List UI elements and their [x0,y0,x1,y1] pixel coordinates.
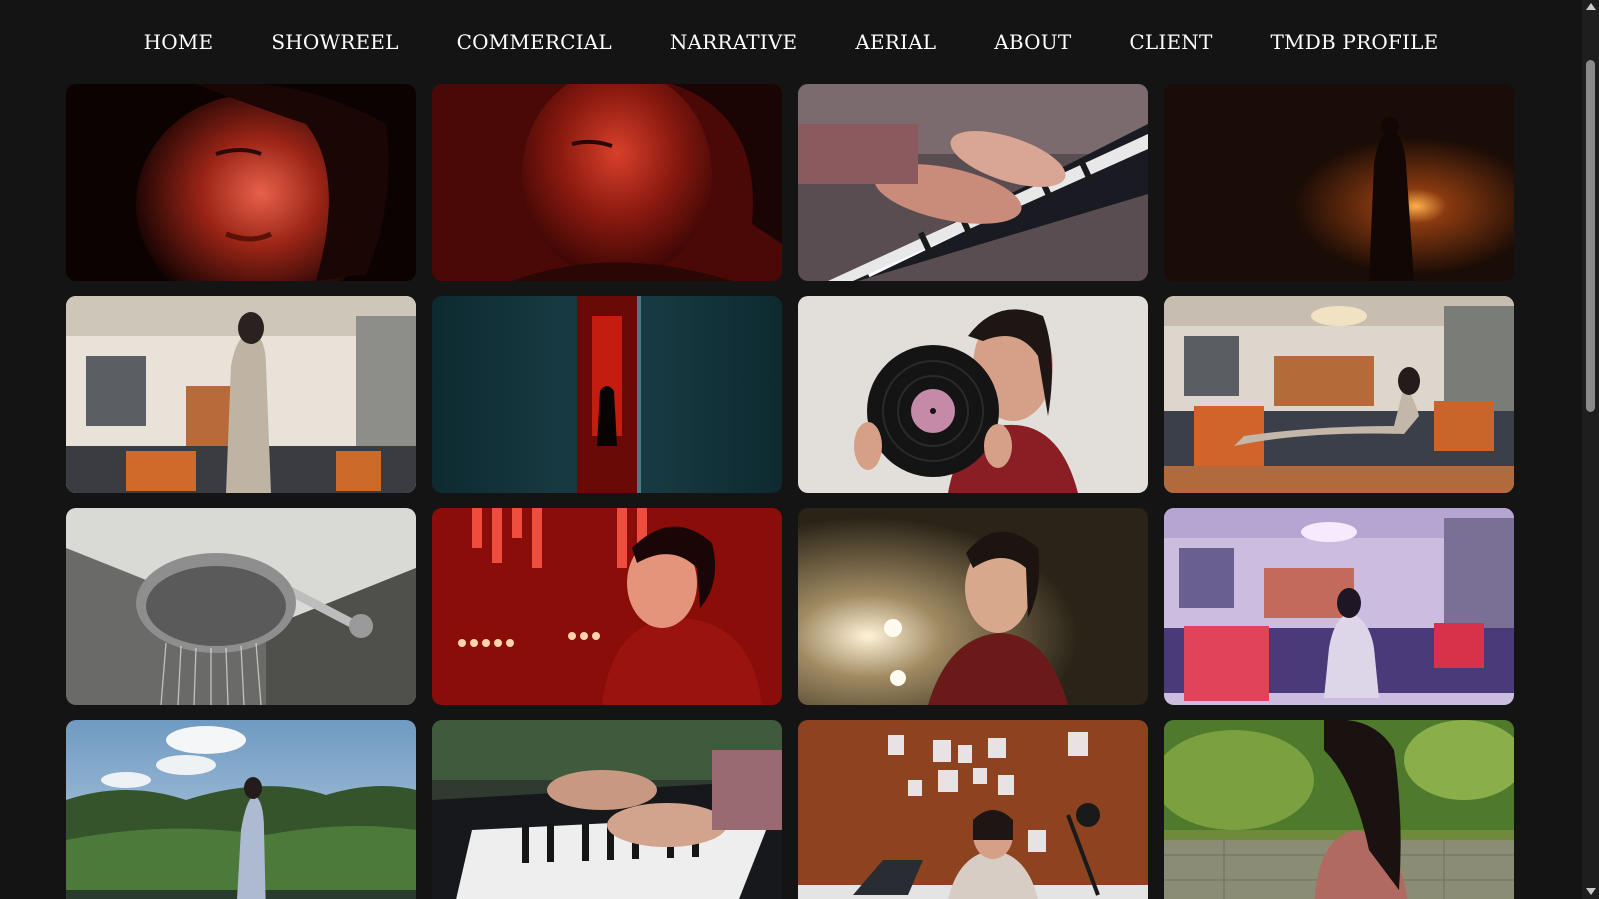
nav-narrative-link[interactable]: NARRATIVE [641,30,827,54]
nav-home-link[interactable]: HOME [115,30,243,54]
thumbnail-woman-in-nature[interactable] [66,720,416,899]
scroll-up-arrow-icon[interactable] [1586,3,1596,10]
thumbnail-red-lit-woman[interactable] [432,84,782,281]
thumbnail-woman-lounging-on-sofa[interactable] [1164,296,1514,493]
nav-commercial-link[interactable]: COMMERCIAL [428,30,641,54]
thumbnail-hands-on-keyboard[interactable] [798,84,1148,281]
portfolio-page: HOME SHOWREEL COMMERCIAL NARRATIVE AERIA… [0,0,1599,899]
video-thumbnail-grid [66,84,1514,899]
thumbnail-red-corridor[interactable] [432,296,782,493]
main-nav: HOME SHOWREEL COMMERCIAL NARRATIVE AERIA… [0,22,1582,62]
thumbnail-silhouette-dark-room[interactable] [1164,84,1514,281]
nav-about-link[interactable]: ABOUT [965,30,1100,54]
thumbnail-woman-in-living-room[interactable] [66,296,416,493]
thumbnail-woman-at-desk-moodboard[interactable] [798,720,1148,899]
thumbnail-woman-with-vinyl-record[interactable] [798,296,1148,493]
thumbnail-woman-outdoors-greenery[interactable] [1164,720,1514,899]
nav-tmdb-profile-link[interactable]: TMDB PROFILE [1242,30,1468,54]
nav-showreel-link[interactable]: SHOWREEL [242,30,427,54]
vertical-scrollbar[interactable] [1582,0,1599,899]
thumbnail-woman-golden-light[interactable] [798,508,1148,705]
scroll-down-arrow-icon[interactable] [1586,888,1596,895]
scrollbar-thumb[interactable] [1586,60,1595,412]
thumbnail-hands-playing-piano[interactable] [432,720,782,899]
nav-client-link[interactable]: CLIENT [1100,30,1241,54]
thumbnail-woman-red-lights[interactable] [432,508,782,705]
thumbnail-woman-on-purple-sofa[interactable] [1164,508,1514,705]
nav-aerial-link[interactable]: AERIAL [826,30,965,54]
thumbnail-shower-head[interactable] [66,508,416,705]
thumbnail-red-portrait-closeup[interactable] [66,84,416,281]
